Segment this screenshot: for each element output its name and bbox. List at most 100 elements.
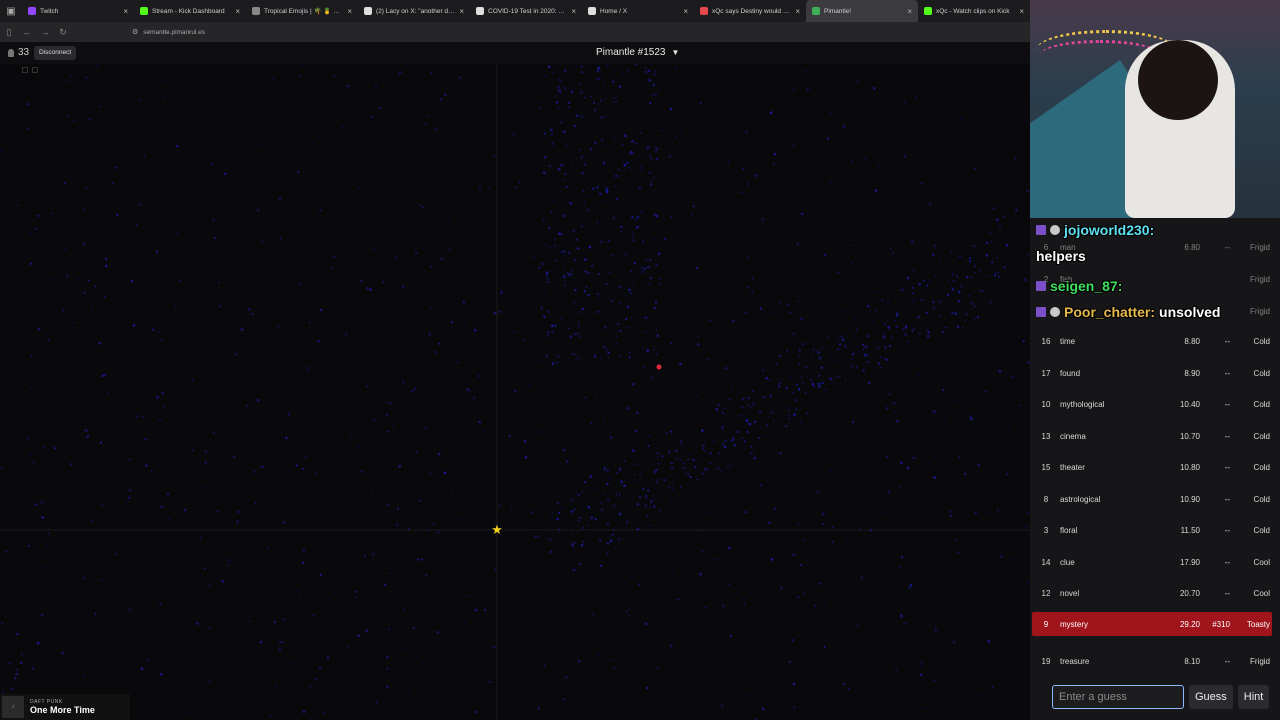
word-dot [962,327,964,329]
word-dot [736,430,740,434]
word-dot [806,412,809,415]
word-dot [570,273,573,276]
close-icon[interactable]: × [907,7,912,16]
site-info-icon[interactable]: ⚙ [132,28,138,36]
word-dot [750,452,753,455]
tab-covid-test[interactable]: COVID-19 Test in 2020: How It...× [470,0,582,22]
word-dot [740,191,743,194]
word-dot [369,288,372,292]
word-dot [549,550,553,554]
word-dot [395,523,399,527]
pimantle-favicon-icon [812,7,820,15]
tab-xqc-clips[interactable]: xQc - Watch clips on Kick × [918,0,1030,22]
guess-temperature: Frigid [1249,656,1270,666]
word-dot [880,366,883,369]
guess-score: 10.40 [1179,399,1200,409]
word-dot [939,300,942,304]
word-dot [644,331,647,334]
word-dot [580,543,584,547]
close-icon[interactable]: × [347,7,352,16]
word-dot [641,270,644,274]
browser-menu-icon[interactable]: ▣ [0,0,22,22]
word-dot [546,274,549,277]
word-dot [633,463,636,466]
tab-pimantle[interactable]: Pimantle! × [806,0,918,22]
word-dot [582,190,585,193]
word-dot [729,634,733,638]
word-dot [383,583,387,586]
close-icon[interactable]: × [683,7,688,16]
guess-temperature: Cold [1253,462,1270,472]
word-dot [566,460,569,463]
reload-icon[interactable]: ↻ [54,27,72,38]
word-dot [426,115,428,117]
word-dot [570,510,573,513]
close-icon[interactable]: × [1019,7,1024,16]
word-dot [31,680,33,682]
word-dot [623,484,626,488]
word-dot [629,150,633,154]
word-dot [508,435,511,438]
hint-button[interactable]: Hint [1237,685,1270,709]
tab-lacy-x[interactable]: (2) Lacy on X: "another day, an...× [358,0,470,22]
close-icon[interactable]: × [795,7,800,16]
word-dot [16,633,19,636]
close-icon[interactable]: × [235,7,240,16]
tab-tropical-emojis[interactable]: Tropical Emojis | 🌴 🍍 🌺 🍇 🌸× [246,0,358,22]
word-dot [728,546,731,550]
word-dot [261,240,264,243]
word-dot [350,698,352,701]
game-title-dropdown[interactable]: Pimantle #1523 ▼ [596,47,679,58]
word-dot [308,369,311,372]
tab-kick-dashboard[interactable]: Stream - Kick Dashboard × [134,0,246,22]
semantic-map-canvas[interactable]: ★ [0,64,1030,720]
word-dot [702,444,705,447]
guess-index: 3 [1043,525,1049,535]
word-dot [439,98,442,101]
close-icon[interactable]: × [123,7,128,16]
word-dot [918,282,921,286]
close-icon[interactable]: × [571,7,576,16]
word-dot [747,285,750,289]
word-dot [939,315,942,317]
kick-favicon-icon [924,7,932,15]
word-dot [682,462,685,465]
disconnect-button[interactable]: Disconnect [34,46,77,60]
sidebar-toggle-icon[interactable]: ▯ [0,27,18,38]
word-dot [991,686,994,689]
word-dot [656,666,658,669]
word-dot [671,484,674,487]
word-dot [556,502,560,505]
word-dot [632,449,635,452]
word-dot [191,379,194,382]
word-dot [854,335,856,337]
tab-home-x[interactable]: Home / X × [582,0,694,22]
word-dot [544,156,547,159]
word-dot [227,563,230,566]
tab-twitch[interactable]: Twitch × [22,0,134,22]
word-dot [754,420,757,424]
word-dot [574,353,577,356]
word-dot [603,421,605,423]
tab-xqc-destiny[interactable]: xQc says Destiny would obliter...× [694,0,806,22]
word-dot [567,327,570,330]
word-dot [456,361,459,364]
word-dot [29,262,33,265]
url-field[interactable]: ⚙ semantle.pimanrul.es [132,28,205,37]
back-arrow-icon[interactable]: ← [18,27,36,37]
word-dot [633,261,637,265]
word-dot [19,661,23,664]
word-dot [162,405,165,408]
word-dot [607,357,609,359]
word-dot [652,242,655,245]
word-dot [659,282,663,286]
forward-arrow-icon[interactable]: → [36,27,54,37]
word-dot [650,181,653,184]
word-dot [550,133,553,136]
word-dot [883,357,886,360]
word-dot [590,421,593,425]
word-dot [1023,686,1026,689]
guess-input[interactable] [1052,685,1184,709]
close-icon[interactable]: × [459,7,464,16]
guess-button[interactable]: Guess [1189,685,1233,709]
